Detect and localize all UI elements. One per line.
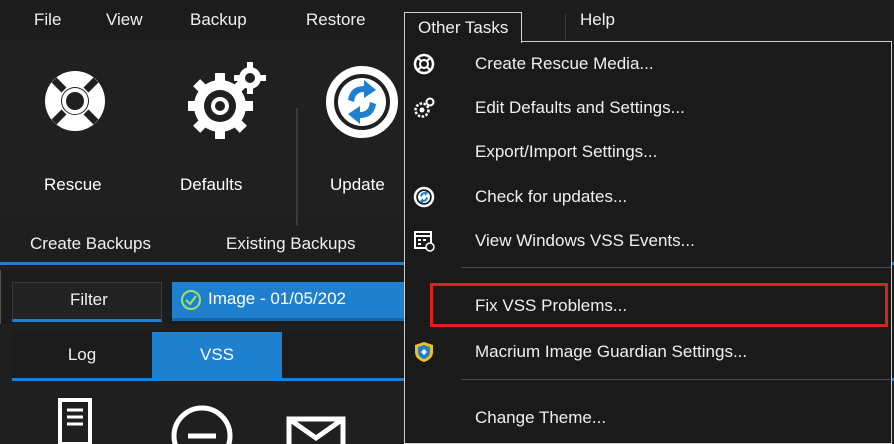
menu-item-check-updates[interactable]: Check for updates... [405,177,891,217]
tab-create-backups[interactable]: Create Backups [30,234,151,254]
menu-item-export-import[interactable]: Export/Import Settings... [405,132,891,172]
image-backup-label: Image - 01/05/202 [208,289,346,308]
menu-separator [461,267,891,268]
lifebuoy-icon [45,71,105,131]
menu-backup[interactable]: Backup [190,0,247,40]
menu-item-change-theme[interactable]: Change Theme... [405,398,891,438]
menu-label: Export/Import Settings... [475,142,658,161]
gears-icon [414,97,435,118]
document-icon[interactable] [58,398,94,444]
rescue-label: Rescue [44,175,102,194]
menu-label: Create Rescue Media... [475,54,654,73]
menu-label: Check for updates... [475,187,628,206]
tab-vss[interactable]: VSS [152,332,282,378]
tab-existing-backups[interactable]: Existing Backups [226,234,355,254]
refresh-icon [413,186,435,208]
menu-view[interactable]: View [106,0,143,40]
menu-restore[interactable]: Restore [306,0,366,40]
update-label: Update [330,175,385,194]
menu-item-view-vss-events[interactable]: View Windows VSS Events... [405,221,891,261]
update-button[interactable]: Update [316,40,406,215]
menu-item-create-rescue-media[interactable]: Create Rescue Media... [405,44,891,84]
filter-button[interactable]: Filter [12,282,162,322]
refresh-icon [326,66,398,138]
mail-icon[interactable] [286,416,346,444]
menu-separator [461,379,891,380]
menu-label: Macrium Image Guardian Settings... [475,342,748,361]
defaults-label: Defaults [180,175,243,194]
menu-other-tasks[interactable]: Other Tasks [404,12,523,43]
check-circle-icon [181,290,201,310]
menu-item-image-guardian[interactable]: Macrium Image Guardian Settings... [405,332,891,372]
left-edge [0,270,1,324]
image-backup-item[interactable]: Image - 01/05/202 [172,282,432,321]
menu-bar: File View Backup Restore Other Tasks Hel… [0,0,894,43]
lifebuoy-icon [413,53,435,75]
tab-log[interactable]: Log [12,332,152,378]
highlight-box [430,283,888,327]
menu-item-edit-defaults[interactable]: Edit Defaults and Settings... [405,88,891,128]
menu-label: Edit Defaults and Settings... [475,98,685,117]
menu-label: Change Theme... [475,408,607,427]
minus-circle-icon[interactable] [170,402,234,444]
gears-icon [188,62,266,139]
menu-label: View Windows VSS Events... [475,231,695,250]
menu-file[interactable]: File [34,0,61,40]
toolbar-separator [296,108,298,243]
defaults-button[interactable]: Defaults [170,40,270,215]
rescue-button[interactable]: Rescue [30,40,120,215]
menu-help[interactable]: Help [580,0,615,40]
filter-label: Filter [70,290,108,309]
shield-icon [415,342,433,362]
other-tasks-menu: Create Rescue Media... Edit Defaults and… [404,41,892,444]
event-log-icon [414,231,435,252]
menu-divider [565,14,566,40]
